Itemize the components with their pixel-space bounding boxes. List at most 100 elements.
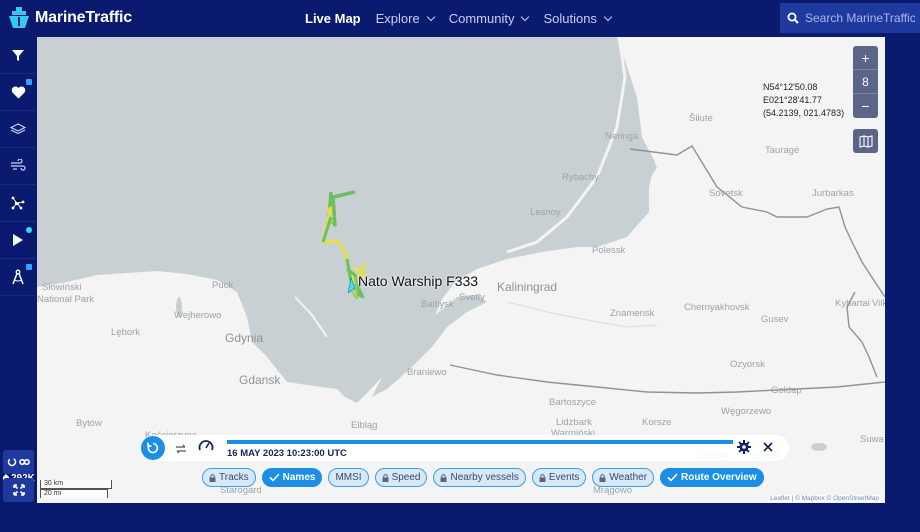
sync-loop-button[interactable] (3, 450, 34, 474)
place-label: Gdynia (225, 331, 264, 345)
place-label: Polessk (592, 245, 626, 256)
swap-arrows-icon (176, 444, 186, 454)
network-icon (11, 196, 25, 210)
scale-km: 30 km (40, 480, 112, 489)
place-label: Šilutė (689, 113, 713, 124)
search-input[interactable] (805, 11, 915, 25)
search-icon (787, 12, 799, 24)
sidebar-favorites[interactable] (0, 74, 36, 111)
check-icon (269, 473, 280, 482)
place-label: National Park (37, 294, 95, 305)
longitude-dms: E021°28'41.77 (763, 95, 822, 105)
lock-icon (539, 473, 546, 482)
chevron-down-icon (521, 12, 530, 22)
border-lt-ru (629, 145, 885, 298)
chip-nearby-vessels[interactable]: Nearby vessels (433, 468, 526, 487)
scale-mi: 20 mi (40, 489, 108, 498)
swap-direction-button[interactable] (175, 441, 187, 459)
place-label: Gdansk (239, 373, 281, 387)
playback-timestamp: 16 MAY 2023 10:23:00 UTC (227, 448, 347, 459)
place-label: Kaliningrad (497, 280, 558, 294)
chip-label: Tracks (219, 472, 249, 483)
map-scale: 30 km 20 mi (40, 480, 112, 498)
playback-progress-fill (227, 440, 733, 444)
nav-explore[interactable]: Explore (375, 11, 435, 26)
sidebar-network[interactable] (0, 185, 36, 222)
place-label: Lębork (111, 327, 141, 338)
lock-icon (26, 79, 32, 85)
zoom-level: 8 (853, 70, 878, 94)
zoom-out-button[interactable]: − (853, 94, 878, 118)
replay-button[interactable] (141, 436, 165, 460)
lock-icon (382, 473, 389, 482)
place-label: Bytów (76, 418, 102, 429)
chip-label: Weather (609, 472, 648, 483)
chip-events[interactable]: Events (531, 468, 587, 487)
place-label: Wejherowo (174, 310, 222, 321)
place-label: Suwa (860, 434, 884, 445)
expand-icon (12, 484, 25, 496)
place-label: Słowiński (42, 282, 82, 293)
chip-tracks[interactable]: Tracks (202, 468, 256, 487)
chip-mmsi[interactable]: MMSI (328, 468, 369, 487)
place-label: Puck (212, 280, 234, 291)
place-label: Svetly (459, 292, 485, 303)
lock-icon (599, 473, 606, 482)
search-box[interactable] (780, 3, 920, 33)
place-label: Węgorzewo (721, 406, 772, 417)
check-icon (667, 473, 678, 482)
sidebar-weather[interactable] (0, 148, 36, 185)
play-icon (13, 234, 23, 246)
playback-options: Tracks Names MMSI Speed Nearby vessels Events… (202, 468, 764, 487)
map-canvas[interactable]: Neringa Šilutė Tauragė Rybachy Sovetsk J… (37, 37, 885, 503)
nav-community[interactable]: Community (448, 11, 530, 26)
zoom-in-button[interactable]: + (853, 46, 878, 70)
nav-label: Community (448, 11, 515, 26)
playback-speed-button[interactable] (198, 439, 214, 457)
playback-progress[interactable] (227, 440, 733, 444)
map-type-button[interactable] (853, 129, 878, 153)
place-label: Ozyorsk (730, 359, 765, 370)
close-playback-button[interactable] (762, 440, 774, 458)
nav-label: Explore (375, 11, 420, 26)
place-label: Gusev (761, 314, 789, 325)
place-label: Lesnoy (530, 207, 561, 218)
map-attribution[interactable]: Leaflet | © Mapbox © OpenStreetMap (768, 495, 881, 502)
gear-icon (737, 440, 751, 454)
chip-label: Names (282, 472, 316, 483)
map-icon (858, 134, 873, 148)
filter-icon (12, 50, 24, 61)
cursor-coordinates: N54°12'50.08 E021°28'41.77 (54.2139, 021… (763, 81, 844, 120)
sidebar-layers[interactable] (0, 111, 36, 148)
compass-icon (12, 269, 24, 285)
chip-route-overview[interactable]: Route Overview (660, 468, 764, 487)
fullscreen-button[interactable] (3, 478, 34, 502)
chevron-down-icon (603, 12, 613, 22)
place-label: Baltiysk (421, 299, 454, 310)
chip-weather[interactable]: Weather (592, 468, 655, 487)
vessel-name-label[interactable]: Nato Warship F333 (358, 273, 478, 289)
chip-label: Events (548, 472, 580, 483)
place-label: Elbląg (351, 420, 378, 431)
brand-name: MarineTraffic (35, 9, 132, 26)
sync-infinity-icon (7, 457, 30, 467)
nav-live-map[interactable]: Live Map (305, 11, 361, 26)
place-label: Neringa (605, 131, 639, 142)
brand-logo[interactable]: MarineTraffic (7, 6, 132, 30)
sidebar-filter[interactable] (0, 37, 36, 74)
playback-settings-button[interactable] (737, 440, 751, 459)
chip-names[interactable]: Names (261, 468, 323, 487)
sidebar-measure[interactable] (0, 259, 36, 296)
sidebar-playback[interactable] (0, 222, 36, 259)
chip-label: Speed (391, 472, 421, 483)
place-label: Goldap (771, 385, 802, 396)
coordinates-decimal: (54.2139, 021.4783) (763, 108, 845, 118)
latitude-dms: N54°12'50.08 (763, 82, 818, 92)
chevron-down-icon (426, 12, 435, 22)
nav-label: Live Map (305, 11, 361, 26)
place-label: Vilk (872, 298, 885, 309)
lock-icon (26, 264, 32, 270)
nav-solutions[interactable]: Solutions (543, 11, 613, 26)
place-label: Braniewo (407, 367, 447, 378)
chip-speed[interactable]: Speed (374, 468, 428, 487)
